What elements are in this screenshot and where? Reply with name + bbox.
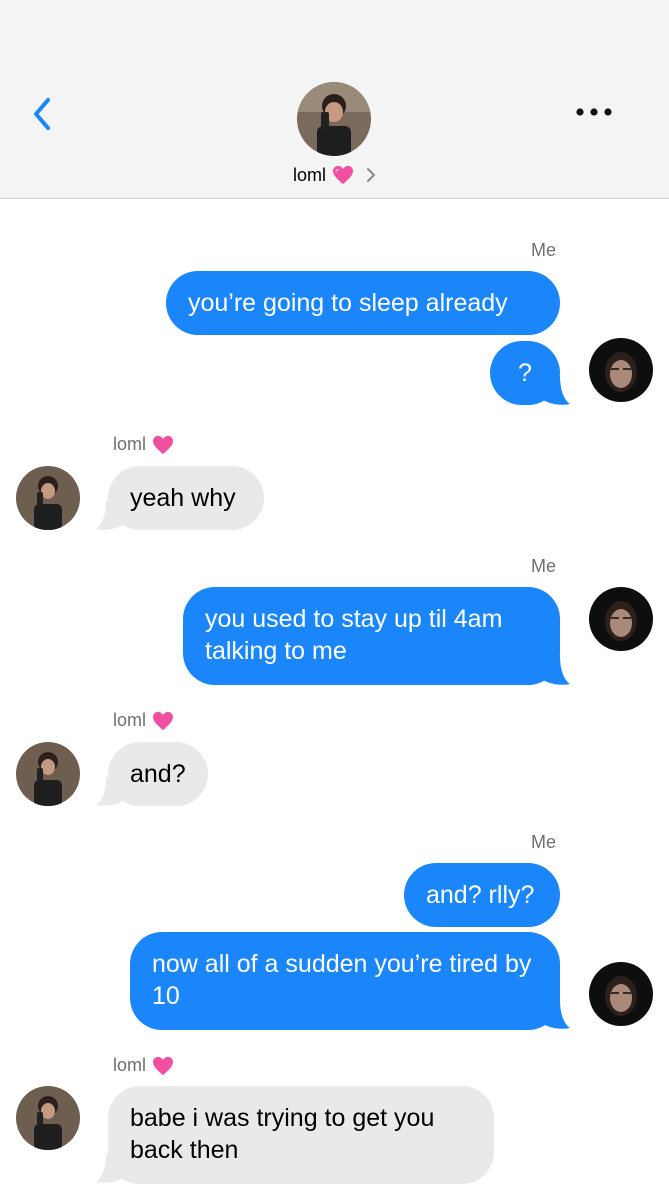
sender-label-me: Me <box>530 240 556 260</box>
pink-heart-icon <box>153 435 174 454</box>
bubble-tail-received <box>96 501 126 530</box>
bubble-tail-sent <box>540 1000 570 1029</box>
my-avatar[interactable] <box>589 962 653 1026</box>
message-bubble-sent[interactable]: and? rlly? <box>404 863 560 927</box>
message-bubble-sent[interactable]: you’re going to sleep already <box>166 271 560 335</box>
bubble-tail-sent <box>540 376 570 405</box>
contact-avatar-small[interactable] <box>16 1086 80 1150</box>
sender-label-them: loml <box>113 434 174 455</box>
sender-label-me: Me <box>530 832 556 852</box>
contact-name: loml <box>292 164 326 185</box>
pink-heart-icon <box>333 165 353 185</box>
sender-label-them: loml <box>113 710 174 731</box>
bubble-tail-received <box>96 777 126 806</box>
bubble-tail-received <box>96 1154 126 1183</box>
bubble-tail-sent <box>540 656 570 685</box>
sender-name: loml <box>113 1055 147 1075</box>
contact-name-row[interactable]: loml <box>0 160 669 190</box>
contact-avatar[interactable] <box>297 82 371 156</box>
my-avatar[interactable] <box>589 587 653 651</box>
conversation-header: loml <box>0 0 669 199</box>
contact-avatar-small[interactable] <box>16 742 80 806</box>
sender-label-me: Me <box>530 556 556 576</box>
sender-name: loml <box>113 710 147 730</box>
chevron-right-icon <box>367 168 375 182</box>
back-button[interactable] <box>28 92 60 136</box>
pink-heart-icon <box>153 711 174 730</box>
message-bubble-received[interactable]: babe i was trying to get you back then <box>108 1086 494 1184</box>
more-options-button[interactable] <box>572 96 616 128</box>
sender-name: loml <box>113 434 147 454</box>
chevron-left-icon <box>34 98 50 130</box>
message-bubble-received[interactable]: yeah why <box>108 466 264 530</box>
ellipsis-icon <box>576 108 612 116</box>
message-bubble-sent[interactable]: you used to stay up til 4am talking to m… <box>183 587 560 685</box>
my-avatar[interactable] <box>589 338 653 402</box>
message-bubble-sent[interactable]: now all of a sudden you’re tired by 10 <box>130 932 560 1030</box>
contact-avatar-small[interactable] <box>16 466 80 530</box>
pink-heart-icon <box>153 1056 174 1075</box>
sender-label-them: loml <box>113 1055 174 1076</box>
